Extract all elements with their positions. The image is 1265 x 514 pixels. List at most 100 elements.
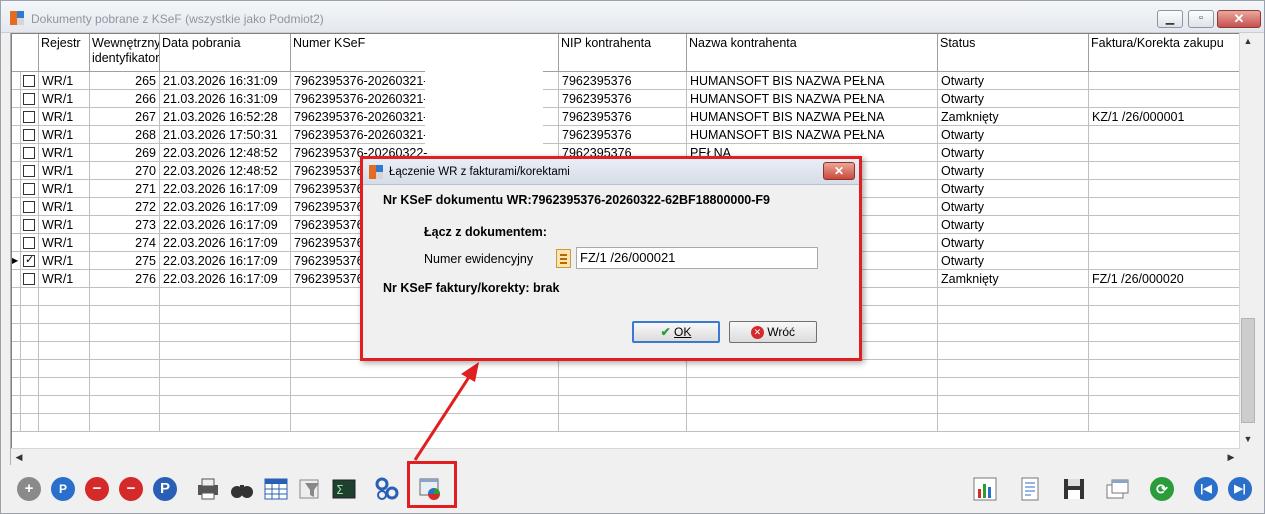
horizontal-scrollbar[interactable]: ◀ ▶ [11,448,1240,465]
printer-icon[interactable] [194,475,222,503]
scroll-down-icon[interactable]: ▼ [1240,431,1256,447]
cell-rejestr: WR/1 [39,180,90,198]
scroll-right-icon[interactable]: ▶ [1223,449,1239,465]
header-faktura-korekta[interactable]: Faktura/Korekta zakupu [1089,34,1240,72]
app-logo-icon [10,11,24,25]
cell-data: 22.03.2026 12:48:52 [160,162,291,180]
row-checkbox[interactable] [23,219,35,231]
lookup-list-icon[interactable] [556,249,571,268]
header-numer-ksef[interactable]: Numer KSeF [291,34,559,72]
binoculars-icon[interactable] [228,475,256,503]
cell-status: Otwarty [938,252,1089,270]
ok-button[interactable]: ✔ OK [632,321,720,343]
scroll-left-icon[interactable]: ◀ [11,449,27,465]
first-record-icon[interactable]: |◀ [1192,475,1220,503]
calendar-grid-icon[interactable] [262,475,290,503]
cell-id [90,360,160,378]
gears-icon[interactable] [373,475,401,503]
row-checkbox[interactable] [23,129,35,141]
scroll-up-icon[interactable]: ▲ [1240,33,1256,49]
cell-status: Otwarty [938,126,1089,144]
table-row[interactable] [12,360,1240,378]
table-row[interactable]: WR/1 266 21.03.2026 16:31:09 7962395376-202… [12,90,1240,108]
cell-faktura [1089,252,1240,270]
cell-id [90,342,160,360]
cell-id: 270 [90,162,160,180]
header-status[interactable]: Status [938,34,1089,72]
row-checkbox[interactable] [23,93,35,105]
header-rejestr[interactable]: Rejestr [39,34,90,72]
scroll-thumb[interactable] [1241,318,1255,423]
cell-data: 22.03.2026 16:17:09 [160,198,291,216]
dialog-logo-icon [369,165,383,179]
cell-nazwa [687,396,938,414]
numer-ewidencyjny-field[interactable]: FZ/1 /26/000021 [576,247,818,269]
cell-data [160,414,291,432]
add-icon[interactable]: + [15,475,43,503]
cell-nazwa: HUMANSOFT BIS NAZWA PEŁNA [687,126,938,144]
row-indicator [12,342,21,360]
row-checkbox[interactable] [23,201,35,213]
cell-id: 274 [90,234,160,252]
row-checkbox[interactable] [23,183,35,195]
cell-status [938,414,1089,432]
last-record-icon[interactable]: ▶| [1226,475,1254,503]
minimize-button[interactable]: ▁ [1157,10,1183,28]
refresh-icon[interactable]: ⟳ [1148,475,1176,503]
sum-icon[interactable]: Σ [330,475,358,503]
cell-data: 22.03.2026 16:17:09 [160,234,291,252]
cell-nip: 7962395376 [559,108,687,126]
header-nip-kontrahenta[interactable]: NIP kontrahenta [559,34,687,72]
row-checkbox[interactable] [23,165,35,177]
cancel-icon: ✕ [750,326,764,340]
back-button[interactable]: ✕ Wróć [729,321,817,343]
cell-rejestr: WR/1 [39,90,90,108]
header-nazwa-kontrahenta[interactable]: Nazwa kontrahenta [687,34,938,72]
row-checkbox[interactable] [23,273,35,285]
row-checkbox[interactable]: ✓ [23,254,35,267]
cell-nip: 7962395376 [559,72,687,90]
cell-faktura [1089,72,1240,90]
cell-rejestr: WR/1 [39,162,90,180]
ok-label: OK [674,325,692,339]
dialog-title: Łączenie WR z fakturami/korektami [389,166,570,178]
table-row[interactable]: WR/1 268 21.03.2026 17:50:31 7962395376-202… [12,126,1240,144]
cell-data [160,396,291,414]
cell-status: Zamknięty [938,108,1089,126]
table-row[interactable]: WR/1 267 21.03.2026 16:52:28 7962395376-202… [12,108,1240,126]
table-row[interactable] [12,414,1240,432]
print-p-icon[interactable]: P [151,475,179,503]
window-title: Dokumenty pobrane z KSeF (wszystkie jako… [31,12,324,26]
table-row[interactable] [12,396,1240,414]
maximize-button[interactable]: ▫ [1188,10,1214,28]
close-button[interactable]: ✕ [1217,10,1261,28]
cell-id: 267 [90,108,160,126]
row-checkbox[interactable] [23,237,35,249]
chart-icon[interactable] [971,475,999,503]
delete-checked-icon[interactable]: − [117,475,145,503]
delete-icon[interactable]: − [83,475,111,503]
highlight-arrow [413,362,479,461]
row-indicator [12,414,21,432]
row-indicator [12,360,21,378]
cell-nazwa: HUMANSOFT BIS NAZWA PEŁNA [687,90,938,108]
vertical-scrollbar[interactable]: ▲ ▼ [1239,33,1256,448]
table-row[interactable] [12,378,1240,396]
row-checkbox[interactable] [23,111,35,123]
table-row[interactable]: WR/1 265 21.03.2026 16:31:09 7962395376-202… [12,72,1240,90]
windows-icon[interactable] [1104,475,1132,503]
dialog-close-button[interactable]: ✕ [823,162,855,180]
row-checkbox[interactable] [23,75,35,87]
cell-rejestr: WR/1 [39,144,90,162]
header-checkbox-col [12,34,39,72]
header-wewnetrzny-identyfikator[interactable]: Wewnętrzny identyfikator [90,34,160,72]
row-checkbox[interactable] [23,147,35,159]
header-data-pobrania[interactable]: Data pobrania [160,34,291,72]
filter-icon[interactable] [296,475,324,503]
cell-faktura [1089,90,1240,108]
save-icon[interactable] [1060,475,1088,503]
cell-nip: 7962395376 [559,126,687,144]
row-indicator [12,126,21,144]
document-icon[interactable] [1016,475,1044,503]
preview-icon[interactable]: P [49,475,77,503]
